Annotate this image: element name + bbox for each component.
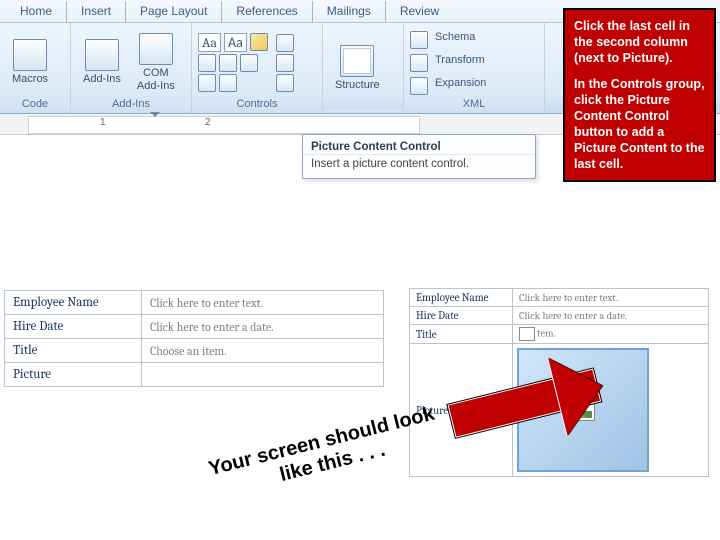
tooltip-title: Picture Content Control: [303, 135, 535, 154]
tooltip-body: Insert a picture content control.: [303, 154, 535, 178]
addins-button[interactable]: Add-Ins: [77, 37, 127, 87]
document-table-before: Employee Name Click here to enter text. …: [4, 290, 384, 387]
date-picker-control-button[interactable]: [240, 54, 258, 72]
schema-icon: [410, 31, 428, 49]
tab-home[interactable]: Home: [6, 1, 66, 22]
callout-step-2: In the Controls group, click the Picture…: [574, 76, 705, 172]
com-addins-label: COM Add-Ins: [137, 67, 175, 91]
cell-label-employee[interactable]: Employee Name: [5, 291, 142, 315]
picture-content-control-button[interactable]: [250, 33, 268, 51]
callout-step-1: Click the last cell in the second column…: [574, 18, 705, 66]
table-row: Employee Name Click here to enter text.: [410, 289, 709, 307]
tab-insert[interactable]: Insert: [66, 1, 125, 22]
annotation-text: Your screen should look like this . . .: [206, 401, 448, 503]
group-structure: Structure: [323, 23, 404, 113]
transform-label: Transform: [435, 54, 485, 72]
rich-text-control-button[interactable]: Aa: [198, 33, 221, 52]
table-row: Hire Date Click here to enter a date.: [5, 315, 384, 339]
group-structure-label: [323, 110, 403, 113]
schema-button[interactable]: Schema: [410, 31, 486, 49]
properties-button[interactable]: [276, 54, 294, 72]
cell-value-hiredate[interactable]: Click here to enter a date.: [513, 307, 709, 325]
cell-value-hiredate[interactable]: Click here to enter a date.: [142, 315, 384, 339]
macros-icon: [13, 39, 47, 71]
cell-label-title[interactable]: Title: [5, 339, 142, 363]
group-xml-label: XML: [404, 98, 544, 113]
ruler-mark-1: 1: [100, 117, 106, 128]
ruler-mark-2: 2: [205, 117, 211, 128]
expansion-button[interactable]: Expansion: [410, 77, 486, 95]
group-addins: Add-Ins COM Add-Ins Add-Ins: [71, 23, 192, 113]
table-row: Title tem.: [410, 325, 709, 344]
group-button[interactable]: [276, 74, 294, 92]
dropdown-control-button[interactable]: [219, 54, 237, 72]
tab-references[interactable]: References: [221, 1, 311, 22]
cell-value-title[interactable]: tem.: [513, 325, 709, 344]
macros-label: Macros: [12, 73, 48, 85]
macros-button[interactable]: Macros: [6, 37, 54, 87]
table-row: Employee Name Click here to enter text.: [5, 291, 384, 315]
cell-label-hiredate[interactable]: Hire Date: [5, 315, 142, 339]
cell-label-title[interactable]: Title: [410, 325, 513, 344]
design-mode-button[interactable]: [276, 34, 294, 52]
tab-mailings[interactable]: Mailings: [312, 1, 385, 22]
transform-icon: [410, 54, 428, 72]
expansion-label: Expansion: [435, 77, 486, 95]
com-addins-icon: [139, 33, 173, 65]
building-block-control-button[interactable]: [198, 74, 216, 92]
transformation-button[interactable]: Transform: [410, 54, 486, 72]
group-controls-label: Controls: [192, 98, 322, 113]
cell-value-employee[interactable]: Click here to enter text.: [142, 291, 384, 315]
addins-icon: [85, 39, 119, 71]
table-row: Hire Date Click here to enter a date.: [410, 307, 709, 325]
indent-marker[interactable]: [150, 112, 160, 122]
expansion-icon: [410, 77, 428, 95]
schema-label: Schema: [435, 31, 475, 49]
group-xml: Schema Transform Expansion XML: [404, 23, 545, 113]
com-addins-button[interactable]: COM Add-Ins: [131, 31, 181, 93]
instruction-callout: Click the last cell in the second column…: [563, 8, 716, 182]
tooltip-picture-content-control: Picture Content Control Insert a picture…: [302, 134, 536, 179]
group-addins-label: Add-Ins: [71, 98, 191, 113]
group-code-label: Code: [0, 98, 70, 113]
tab-review[interactable]: Review: [385, 1, 453, 22]
tab-page-layout[interactable]: Page Layout: [125, 1, 221, 22]
structure-button[interactable]: Structure: [329, 43, 386, 93]
table-row: Title Choose an item.: [5, 339, 384, 363]
plain-text-control-button[interactable]: Aa: [224, 33, 247, 52]
addins-label: Add-Ins: [83, 73, 121, 85]
combo-box-control-button[interactable]: [198, 54, 216, 72]
cell-value-employee[interactable]: Click here to enter text.: [513, 289, 709, 307]
cell-label-hiredate[interactable]: Hire Date: [410, 307, 513, 325]
group-code: Macros Code: [0, 23, 71, 113]
cell-label-employee[interactable]: Employee Name: [410, 289, 513, 307]
cell-value-title[interactable]: Choose an item.: [142, 339, 384, 363]
legacy-tools-button[interactable]: [219, 74, 237, 92]
table-row: Picture: [5, 363, 384, 387]
structure-label: Structure: [335, 79, 380, 91]
picture-icon: [519, 327, 535, 341]
cell-label-picture[interactable]: Picture: [5, 363, 142, 387]
cell-value-picture[interactable]: [142, 363, 384, 387]
group-controls: Aa Aa Controls: [192, 23, 323, 113]
structure-icon: [340, 45, 374, 77]
